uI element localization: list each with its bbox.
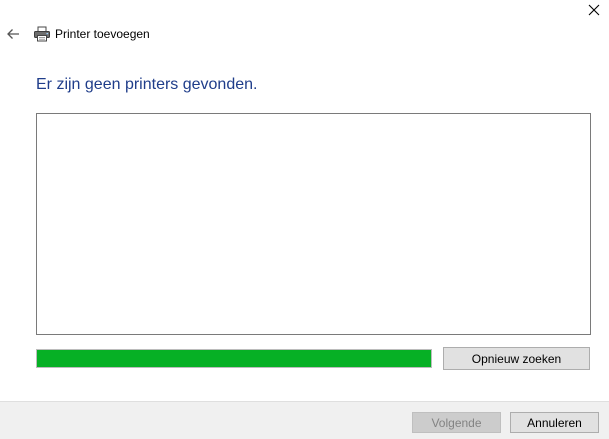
next-button[interactable]: Volgende (412, 412, 501, 433)
search-progress-bar (36, 349, 432, 368)
cancel-button[interactable]: Annuleren (510, 412, 599, 433)
back-button[interactable] (4, 26, 22, 42)
footer-bar: Volgende Annuleren (0, 401, 609, 439)
back-arrow-icon (7, 29, 19, 39)
close-icon (588, 4, 600, 16)
page-heading: Er zijn geen printers gevonden. (36, 76, 258, 93)
printer-results-list[interactable] (36, 113, 591, 335)
close-button[interactable] (579, 0, 609, 20)
printer-icon (34, 26, 50, 42)
window-title: Printer toevoegen (55, 27, 150, 41)
search-progress-fill (37, 350, 431, 367)
search-again-button[interactable]: Opnieuw zoeken (443, 347, 590, 370)
